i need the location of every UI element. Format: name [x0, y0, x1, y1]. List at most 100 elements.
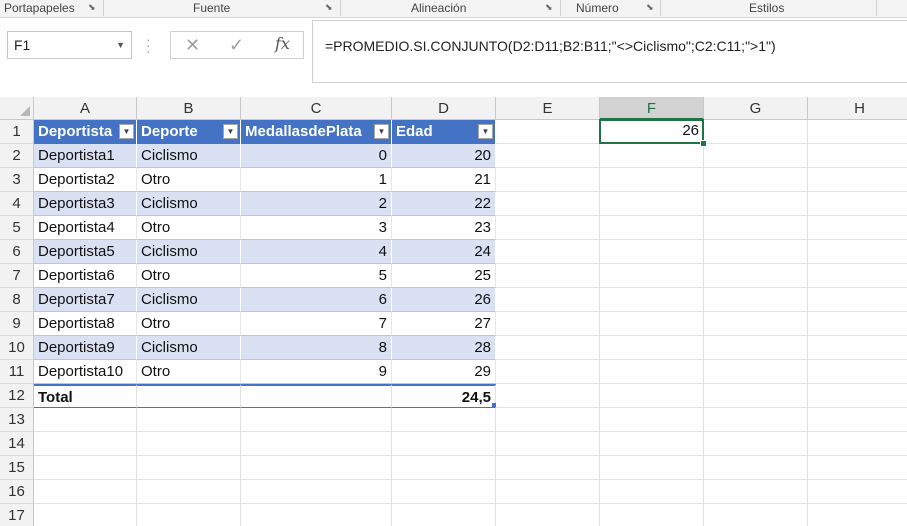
grid-cell[interactable] — [392, 480, 496, 504]
grid-cell[interactable] — [137, 456, 241, 480]
grid-cell[interactable] — [496, 264, 600, 288]
grid-cell[interactable] — [808, 360, 907, 384]
enter-icon[interactable]: ✓ — [229, 35, 244, 55]
grid-cell[interactable] — [241, 432, 392, 456]
grid-cell[interactable] — [34, 504, 137, 526]
grid-cell[interactable] — [392, 504, 496, 526]
column-header-f[interactable]: F — [600, 97, 704, 120]
row-header-15[interactable]: 15 — [0, 456, 34, 480]
grid-cell[interactable] — [704, 432, 808, 456]
filter-dropdown-icon[interactable]: ▼ — [478, 124, 493, 139]
table-cell[interactable]: Ciclismo — [137, 192, 241, 216]
table-cell[interactable]: 29 — [392, 360, 496, 384]
grid-cell[interactable] — [600, 432, 704, 456]
row-header-2[interactable]: 2 — [0, 144, 34, 168]
grid-cell[interactable] — [808, 336, 907, 360]
row-header-1[interactable]: 1 — [0, 120, 34, 144]
grid-cell[interactable] — [600, 360, 704, 384]
table-cell[interactable]: 7 — [241, 312, 392, 336]
row-header-10[interactable]: 10 — [0, 336, 34, 360]
table-header-cell[interactable]: Deportista ▼ — [34, 120, 137, 144]
grid-cell[interactable] — [808, 408, 907, 432]
table-header-cell[interactable]: Deporte ▼ — [137, 120, 241, 144]
grid-cell[interactable] — [496, 240, 600, 264]
grid-cell[interactable] — [496, 360, 600, 384]
fill-handle-icon[interactable] — [700, 140, 707, 147]
grid-cell[interactable] — [600, 264, 704, 288]
grid-cell[interactable] — [600, 288, 704, 312]
table-cell[interactable]: 21 — [392, 168, 496, 192]
row-header-6[interactable]: 6 — [0, 240, 34, 264]
chevron-down-icon[interactable]: ▼ — [116, 32, 125, 58]
grid-cell[interactable] — [808, 312, 907, 336]
grid-cell[interactable] — [392, 432, 496, 456]
column-header-h[interactable]: H — [808, 97, 907, 120]
grid-cell[interactable] — [392, 456, 496, 480]
column-header-d[interactable]: D — [392, 97, 496, 120]
grid-cell[interactable] — [496, 480, 600, 504]
grid-cell[interactable] — [496, 408, 600, 432]
row-header-17[interactable]: 17 — [0, 504, 34, 526]
grid-cell[interactable] — [137, 408, 241, 432]
grid-cell[interactable] — [137, 432, 241, 456]
table-cell[interactable]: 24 — [392, 240, 496, 264]
table-cell[interactable]: 20 — [392, 144, 496, 168]
grid-cell[interactable] — [704, 480, 808, 504]
filter-dropdown-icon[interactable]: ▼ — [119, 124, 134, 139]
grid-cell[interactable] — [34, 480, 137, 504]
grid-cell[interactable] — [496, 288, 600, 312]
table-cell[interactable]: 3 — [241, 216, 392, 240]
grid-cell[interactable] — [704, 504, 808, 526]
total-cell[interactable] — [137, 384, 241, 408]
grid-cell[interactable] — [704, 192, 808, 216]
grid-cell[interactable] — [704, 312, 808, 336]
grid-cell[interactable] — [704, 408, 808, 432]
grid-cell[interactable] — [600, 144, 704, 168]
grid-cell[interactable] — [137, 504, 241, 526]
grid-cell[interactable] — [137, 480, 241, 504]
table-cell[interactable]: Deportista8 — [34, 312, 137, 336]
grid-cell[interactable] — [600, 384, 704, 408]
grid-cell[interactable] — [600, 408, 704, 432]
grid-cell[interactable] — [808, 144, 907, 168]
grid-cell[interactable] — [808, 264, 907, 288]
table-header-cell[interactable]: Edad ▼ — [392, 120, 496, 144]
grid-cell[interactable] — [600, 312, 704, 336]
total-label[interactable]: Total — [34, 384, 137, 408]
dialog-launcher-icon[interactable]: ⬊ — [545, 3, 554, 12]
grid-cell[interactable] — [600, 216, 704, 240]
filter-dropdown-icon[interactable]: ▼ — [223, 124, 238, 139]
table-cell[interactable]: 28 — [392, 336, 496, 360]
grid-cell[interactable] — [704, 264, 808, 288]
grid-cell[interactable] — [704, 216, 808, 240]
grid-cell[interactable] — [496, 432, 600, 456]
table-cell[interactable]: Ciclismo — [137, 336, 241, 360]
dialog-launcher-icon[interactable]: ⬊ — [325, 3, 334, 12]
table-cell[interactable]: Otro — [137, 216, 241, 240]
grid-cell[interactable] — [600, 168, 704, 192]
table-cell[interactable]: 0 — [241, 144, 392, 168]
grid-cell[interactable] — [808, 216, 907, 240]
grid-cell[interactable] — [34, 408, 137, 432]
grid-cell[interactable] — [704, 240, 808, 264]
grid-cell[interactable] — [704, 336, 808, 360]
drag-handle-icon[interactable]: · · · — [146, 32, 151, 58]
grid-cell[interactable] — [392, 408, 496, 432]
row-header-7[interactable]: 7 — [0, 264, 34, 288]
grid-cell[interactable] — [808, 168, 907, 192]
column-header-c[interactable]: C — [241, 97, 392, 120]
column-header-b[interactable]: B — [137, 97, 241, 120]
grid-cell[interactable] — [241, 504, 392, 526]
filter-dropdown-icon[interactable]: ▼ — [374, 124, 389, 139]
row-header-12[interactable]: 12 — [0, 384, 34, 408]
formula-input[interactable]: =PROMEDIO.SI.CONJUNTO(D2:D11;B2:B11;"<>C… — [312, 20, 907, 83]
table-cell[interactable]: 9 — [241, 360, 392, 384]
grid-cell[interactable] — [496, 312, 600, 336]
grid-cell[interactable] — [808, 120, 907, 144]
grid-cell[interactable] — [808, 456, 907, 480]
table-cell[interactable]: 8 — [241, 336, 392, 360]
table-cell[interactable]: Ciclismo — [137, 144, 241, 168]
insert-function-icon[interactable]: fx — [275, 34, 290, 53]
grid-cell[interactable] — [600, 240, 704, 264]
grid-cell[interactable] — [496, 120, 600, 144]
